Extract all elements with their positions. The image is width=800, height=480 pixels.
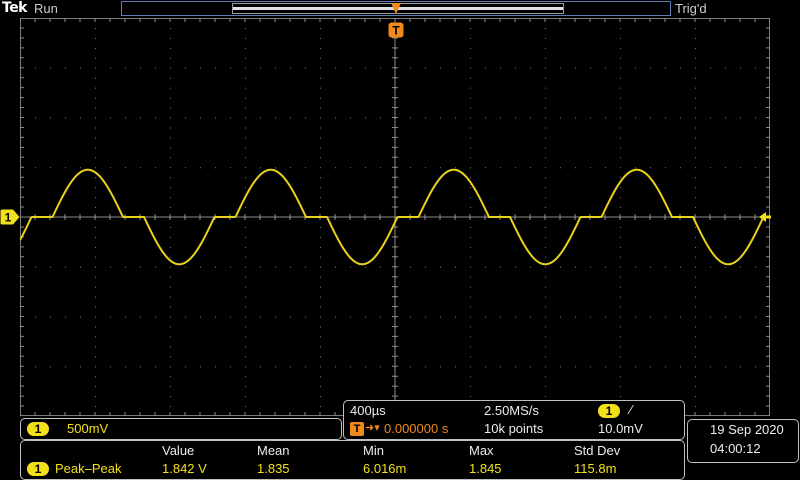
trigger-time-marker-icon[interactable]: T: [388, 22, 404, 38]
channel1-scale-panel[interactable]: 1 500mV: [20, 418, 342, 440]
meas-mean: 1.835: [257, 461, 290, 476]
status-bar: Tek Run Trig'd: [0, 0, 800, 18]
graticule: [20, 18, 770, 416]
trigger-source-badge: 1: [598, 404, 620, 418]
trigger-delay: 0.000000 s: [384, 421, 449, 436]
datetime-panel: 19 Sep 2020 04:00:12: [687, 419, 799, 463]
waveform-display[interactable]: [20, 18, 770, 416]
trigger-marker-label: T: [392, 24, 400, 38]
time-per-division: 400µs: [350, 403, 386, 418]
trigger-delay-arrow-icon: ➜▾: [365, 422, 380, 434]
measurement-panel[interactable]: Value Mean Min Max Std Dev 1 Peak–Peak 1…: [20, 440, 685, 480]
meas-min: 6.016m: [363, 461, 407, 476]
meas-value: 1.842 V: [162, 461, 207, 476]
trigger-state: Trig'd: [675, 1, 707, 16]
channel1-ground-marker-icon[interactable]: 1: [0, 209, 20, 225]
meas-header-std-dev: Std Dev: [574, 443, 621, 458]
meas-name: Peak–Peak: [55, 461, 122, 476]
channel1-scale: 500mV: [67, 421, 109, 436]
trigger-level: 10.0mV: [598, 421, 643, 436]
sample-rate: 2.50MS/s: [484, 403, 539, 418]
meas-std-dev: 115.8m: [574, 461, 617, 476]
meas-header-max: Max: [469, 443, 494, 458]
trigger-slope-icon: ⁄: [630, 402, 633, 417]
channel1-badge: 1: [27, 422, 49, 436]
date: 19 Sep 2020: [710, 422, 784, 437]
meas-header-min: Min: [363, 443, 384, 458]
trigger-position-badge: T: [350, 422, 364, 436]
meas-channel-badge: 1: [27, 462, 49, 476]
record-length: 10k points: [484, 421, 544, 436]
trigger-level-marker-icon[interactable]: [758, 211, 772, 223]
trigger-position-icon: [391, 3, 401, 14]
horizontal-trigger-panel[interactable]: 400µs 2.50MS/s 1 ⁄ T ➜▾ 0.000000 s 10k p…: [343, 400, 685, 440]
meas-header-value: Value: [162, 443, 195, 458]
meas-header-mean: Mean: [257, 443, 290, 458]
brand-logo: Tek: [2, 0, 28, 16]
channel-marker-label: 1: [5, 211, 12, 225]
time: 04:00:12: [710, 441, 761, 456]
run-state: Run: [34, 1, 58, 16]
meas-max: 1.845: [469, 461, 502, 476]
